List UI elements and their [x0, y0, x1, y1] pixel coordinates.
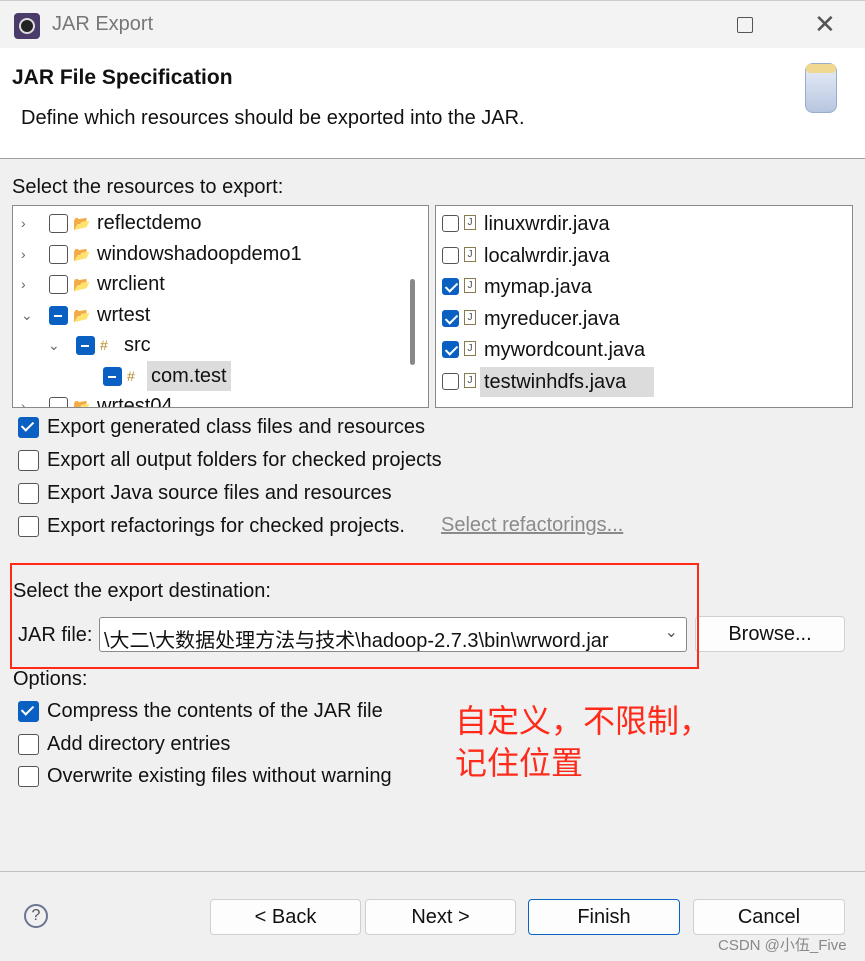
chevron-right-icon[interactable]: ›: [21, 239, 26, 269]
tree-item[interactable]: # com.test: [13, 360, 403, 391]
page-title: JAR File Specification: [12, 66, 233, 89]
file-label: mywordcount.java: [484, 339, 646, 361]
option-label: Compress the contents of the JAR file: [47, 700, 383, 722]
jar-icon: [805, 63, 837, 113]
java-file-icon: J: [464, 341, 476, 356]
resources-label: Select the resources to export:: [12, 176, 284, 198]
tree-item-label: wrtest: [97, 303, 151, 326]
tree-checkbox[interactable]: [76, 336, 95, 355]
tree-item[interactable]: ⌄ 📂 wrtest: [13, 300, 403, 330]
package-icon: #: [100, 337, 108, 353]
file-list[interactable]: Jlinuxwrdir.java Jlocalwrdir.java Jmymap.j…: [435, 205, 853, 408]
chevron-down-icon[interactable]: ⌄: [21, 300, 33, 330]
option-label: Export all output folders for checked pr…: [47, 449, 442, 471]
option-checkbox[interactable]: [18, 701, 39, 722]
project-icon: 📂: [73, 245, 91, 262]
project-icon: 📂: [73, 276, 91, 292]
title-bar: JAR Export ✕: [0, 0, 865, 48]
tree-item-label: wrclient: [97, 273, 165, 295]
annotation-highlight-box: [10, 563, 699, 669]
watermark: CSDN @小伍_Five: [718, 937, 847, 954]
next-button[interactable]: Next >: [365, 899, 516, 935]
file-checkbox[interactable]: [442, 309, 459, 327]
option-checkbox[interactable]: [18, 516, 39, 537]
file-checkbox[interactable]: [442, 372, 459, 390]
chevron-down-icon[interactable]: ⌄: [48, 330, 60, 360]
java-file-icon: J: [464, 246, 476, 262]
tree-checkbox[interactable]: [49, 275, 68, 294]
footer-separator: [0, 871, 865, 872]
option-label: Add directory entries: [47, 732, 231, 755]
tree-item-label: com.test: [147, 360, 231, 391]
file-label: myreducer.java: [484, 307, 620, 330]
file-checkbox[interactable]: [442, 246, 459, 264]
tree-item[interactable]: › 📂 wrclient: [13, 269, 403, 299]
chevron-right-icon[interactable]: ›: [21, 208, 26, 238]
java-file-icon: J: [464, 278, 476, 293]
tree-item-label: wrtest04: [97, 395, 173, 408]
wizard-header: JAR File Specification Define which reso…: [0, 48, 865, 159]
option-label: Export Java source files and resources: [47, 482, 392, 504]
java-file-icon: J: [464, 309, 476, 325]
tree-item[interactable]: › 📂 reflectdemo: [13, 208, 403, 238]
java-file-icon: J: [464, 372, 476, 388]
option-label: Export refactorings for checked projects…: [47, 515, 405, 537]
option-checkbox[interactable]: [18, 417, 39, 438]
project-icon: 📂: [73, 215, 91, 231]
chevron-right-icon[interactable]: ›: [21, 269, 26, 299]
close-icon[interactable]: ✕: [814, 9, 836, 40]
annotation-text: 自定义，不限制， 记住位置: [455, 703, 712, 781]
chevron-right-icon[interactable]: ›: [21, 391, 26, 407]
page-description: Define which resources should be exporte…: [21, 107, 525, 129]
eclipse-icon: [14, 13, 40, 39]
file-label: localwrdir.java: [484, 244, 610, 267]
select-refactorings-link[interactable]: Select refactorings...: [441, 514, 623, 537]
tree-item-label: windowshadoopdemo1: [97, 242, 302, 265]
options-label: Options:: [13, 668, 88, 690]
project-icon: 📂: [73, 398, 91, 408]
project-icon: 📂: [73, 306, 91, 323]
tree-checkbox[interactable]: [103, 366, 122, 386]
option-label: Export generated class files and resourc…: [47, 416, 425, 438]
project-tree[interactable]: › 📂 reflectdemo › 📂 windowshadoopdemo1 › 📂 wrcli…: [12, 205, 429, 408]
file-label: linuxwrdir.java: [484, 213, 610, 235]
option-label: Overwrite existing files without warning: [47, 765, 392, 787]
option-checkbox[interactable]: [18, 733, 39, 755]
finish-button[interactable]: Finish: [528, 899, 680, 935]
tree-item-label: src: [124, 334, 151, 356]
tree-checkbox[interactable]: [49, 214, 68, 233]
file-checkbox[interactable]: [442, 341, 459, 358]
option-checkbox[interactable]: [18, 766, 39, 787]
help-icon[interactable]: ?: [24, 904, 48, 928]
file-checkbox[interactable]: [442, 215, 459, 232]
window-title: JAR Export: [52, 13, 154, 35]
tree-item[interactable]: › 📂 windowshadoopdemo1: [13, 239, 403, 269]
tree-checkbox[interactable]: [49, 305, 68, 325]
maximize-icon[interactable]: [737, 17, 753, 33]
package-icon: #: [127, 367, 135, 384]
tree-item-label: reflectdemo: [97, 212, 202, 234]
tree-scrollbar[interactable]: [410, 279, 415, 365]
cancel-button[interactable]: Cancel: [693, 899, 845, 935]
browse-button[interactable]: Browse...: [695, 616, 845, 652]
option-checkbox[interactable]: [18, 483, 39, 504]
file-checkbox[interactable]: [442, 278, 459, 295]
tree-item[interactable]: ⌄ # src: [13, 330, 403, 360]
file-label: mymap.java: [484, 276, 592, 298]
tree-checkbox[interactable]: [49, 244, 68, 264]
file-label: testwinhdfs.java: [480, 366, 655, 397]
option-checkbox[interactable]: [18, 450, 39, 471]
tree-item[interactable]: › 📂 wrtest04: [13, 391, 403, 408]
java-file-icon: J: [464, 215, 476, 230]
back-button[interactable]: < Back: [210, 899, 361, 935]
tree-checkbox[interactable]: [49, 397, 68, 407]
